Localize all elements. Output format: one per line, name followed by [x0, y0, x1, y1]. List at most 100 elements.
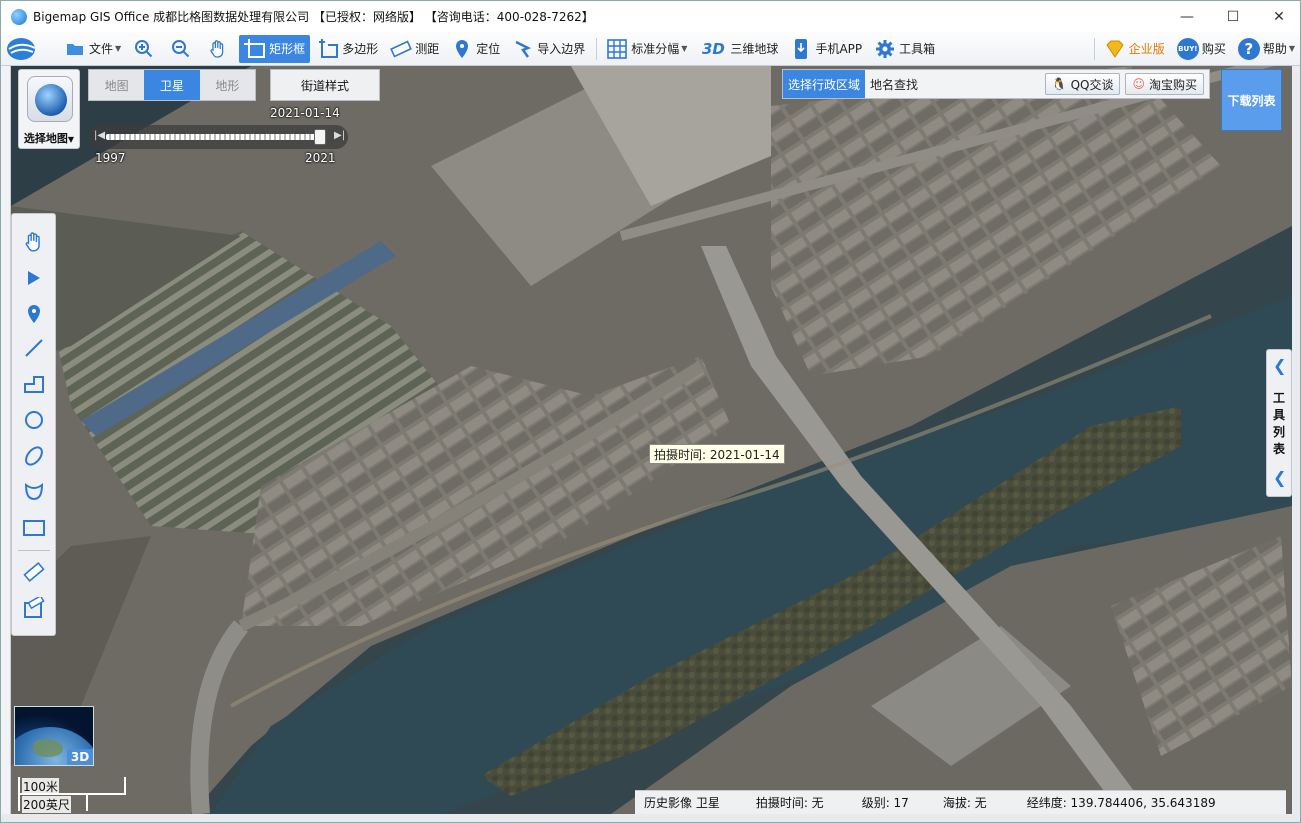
satellite-imagery	[11, 66, 1292, 814]
tab-terrain[interactable]: 地形	[200, 70, 255, 100]
chevron-left-icon[interactable]: ❮	[1273, 356, 1286, 375]
map-view[interactable]	[11, 66, 1292, 814]
tab-select-region[interactable]: 选择行政区域	[783, 70, 866, 98]
search-panel: 选择行政区域 地名查找 🐧 QQ交谈 ☺ 淘宝购买	[782, 69, 1210, 99]
minimize-button[interactable]: —	[1164, 1, 1210, 32]
toolbar-3d-earth-label: 三维地球	[730, 42, 779, 56]
toolbar-rectangle[interactable]: 矩形框	[239, 34, 311, 63]
qq-chat-button[interactable]: 🐧 QQ交谈	[1044, 73, 1121, 95]
status-bar: 历史影像 卫星 拍摄时间: 无 级别: 17 海拔: 无 经纬度: 139.78…	[635, 790, 1286, 814]
status-level: 级别: 17	[861, 796, 909, 810]
help-label: 帮助	[1262, 42, 1287, 56]
toolbar-phone-app[interactable]: 手机APP	[785, 35, 867, 63]
tool-list-panel[interactable]: ❮ 工具列表 ❮	[1266, 349, 1292, 497]
app-logo-icon	[11, 8, 27, 25]
ruler-icon[interactable]	[20, 558, 48, 586]
toolbar-3d-earth[interactable]: 3D 三维地球	[694, 35, 783, 63]
timeline-next-icon[interactable]: ▶|	[334, 130, 345, 141]
map-scale: 100米 200英尺	[18, 777, 130, 813]
app-window: Bigemap GIS Office 成都比格图数据处理有限公司 【已授权：网络…	[0, 0, 1301, 823]
download-list-button[interactable]: 下载列表	[1221, 69, 1282, 131]
zoom-in-icon	[133, 38, 155, 60]
toolbar-phone-app-label: 手机APP	[815, 42, 863, 56]
toolbar-rectangle-label: 矩形框	[269, 42, 306, 56]
toolbar-import-boundary[interactable]: 导入边界	[507, 35, 590, 63]
chevron-left-icon[interactable]: ❮	[1273, 468, 1286, 487]
status-coordinates: 经纬度: 139.784406, 35.643189	[1026, 796, 1216, 810]
timeline-prev-icon[interactable]: |◀	[94, 130, 105, 141]
location-pin-icon	[451, 38, 473, 60]
toolbar-pan[interactable]	[202, 35, 237, 63]
app-menu-button[interactable]	[1, 35, 57, 63]
import-boundary-icon	[512, 38, 534, 60]
ellipse-icon[interactable]	[20, 442, 48, 470]
toolbar-file[interactable]: 文件 ▼	[59, 35, 126, 63]
enterprise-button[interactable]: 企业版	[1099, 35, 1170, 63]
draw-toolbar	[11, 213, 56, 636]
enterprise-label: 企业版	[1128, 42, 1165, 56]
close-button[interactable]: ✕	[1256, 1, 1300, 32]
curve-icon[interactable]	[20, 478, 48, 506]
maximize-button[interactable]: ☐	[1210, 1, 1256, 32]
buy-button[interactable]: BUY! 购买	[1172, 35, 1231, 63]
history-timeline-slider[interactable]: |◀ ▶|	[88, 125, 348, 149]
tool-list-label: 工具列表	[1273, 391, 1286, 456]
toolbar-separator	[1093, 37, 1095, 60]
circle-icon[interactable]	[20, 406, 48, 434]
left-edge-strip	[1, 66, 11, 814]
select-map-label: 选择地图	[23, 132, 68, 145]
toolbar-zoom-in[interactable]	[128, 35, 163, 63]
taobao-buy-button[interactable]: ☺ 淘宝购买	[1125, 73, 1204, 95]
grid-icon	[606, 38, 628, 60]
tab-place-search[interactable]: 地名查找	[865, 70, 923, 98]
scale-metric-label: 100米	[22, 778, 59, 795]
toolbar-measure-label: 测距	[415, 42, 440, 56]
toolbar-locate-label: 定位	[476, 42, 501, 56]
zoom-out-icon	[170, 38, 192, 60]
marker-icon[interactable]	[20, 300, 48, 328]
ruler-icon	[390, 38, 413, 60]
window-title: Bigemap GIS Office 成都比格图数据处理有限公司 【已授权：网络…	[33, 10, 594, 24]
select-map-button[interactable]: 选择地图▼	[18, 69, 80, 149]
status-altitude: 海拔: 无	[942, 796, 987, 810]
bigemap-logo-icon	[7, 37, 36, 60]
line-icon[interactable]	[20, 334, 48, 362]
toolbar-polygon-label: 多边形	[342, 42, 379, 56]
select-arrow-icon[interactable]	[20, 264, 48, 292]
timeline-handle[interactable]	[314, 129, 326, 145]
toolbar-polygon[interactable]: 多边形	[312, 35, 383, 63]
area-measure-icon[interactable]	[20, 594, 48, 622]
globe-minimap[interactable]: 3D	[14, 706, 94, 766]
taobao-buy-label: 淘宝购买	[1148, 77, 1197, 92]
buy-label: 购买	[1201, 42, 1226, 56]
toolbar-toolbox-label: 工具箱	[899, 42, 936, 56]
earth-landmass	[33, 739, 63, 757]
rectangle-select-icon	[244, 38, 266, 60]
tab-satellite[interactable]: 卫星	[144, 70, 200, 100]
street-style-button[interactable]: 街道样式	[270, 69, 380, 101]
toolbar-measure[interactable]: 测距	[385, 35, 444, 63]
status-layer: 历史影像 卫星	[644, 796, 720, 810]
3d-toggle-button[interactable]: 3D	[67, 749, 93, 765]
toolbar-standard-grid[interactable]: 标准分幅 ▼	[601, 35, 692, 63]
toolbar-zoom-out[interactable]	[165, 35, 200, 63]
timeline-track[interactable]	[106, 134, 320, 140]
qq-icon: 🐧	[1051, 77, 1067, 91]
toolbar-toolbox[interactable]: 工具箱	[869, 35, 940, 63]
3d-icon: 3D	[701, 39, 725, 58]
help-icon: ?	[1237, 37, 1260, 60]
toolbar-standard-grid-label: 标准分幅	[631, 42, 680, 56]
qq-chat-label: QQ交谈	[1070, 77, 1114, 92]
title-bar: Bigemap GIS Office 成都比格图数据处理有限公司 【已授权：网络…	[1, 1, 1300, 32]
polygon-icon	[317, 38, 339, 60]
toolbar-locate[interactable]: 定位	[446, 35, 505, 63]
pan-hand-icon[interactable]	[20, 228, 48, 256]
timeline-end-year: 2021	[305, 151, 336, 165]
rectangle-icon[interactable]	[20, 514, 48, 542]
tab-map[interactable]: 地图	[89, 70, 144, 100]
taobao-icon: ☺	[1132, 77, 1145, 91]
map-type-tabs: 地图 卫星 地形	[88, 69, 256, 101]
right-edge-strip	[1292, 66, 1300, 814]
polyline-icon[interactable]	[20, 370, 48, 398]
help-button[interactable]: ? 帮助 ▼	[1233, 35, 1300, 63]
